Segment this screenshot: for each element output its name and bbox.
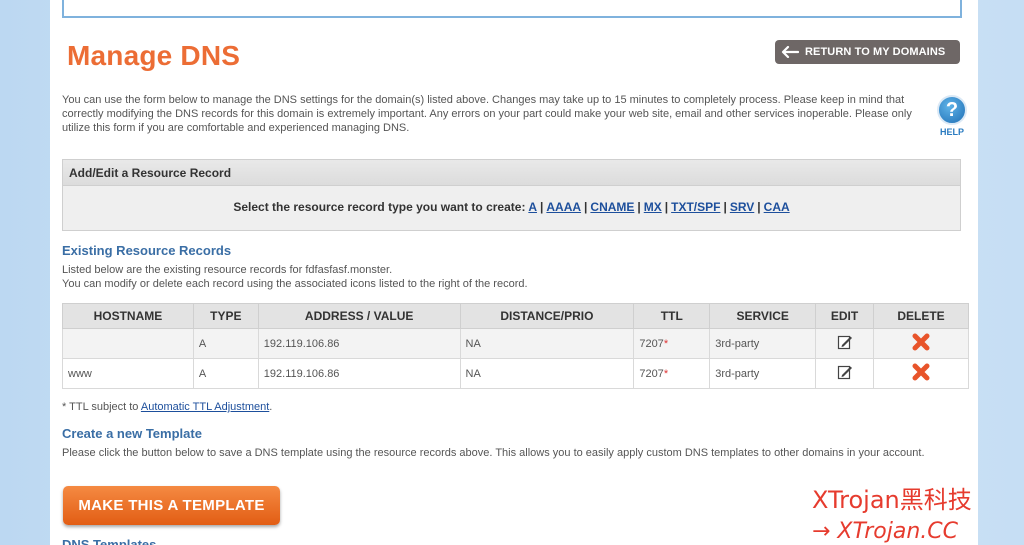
create-template-text: Please click the button below to save a … (62, 447, 925, 459)
column-header-service: SERVICE (709, 303, 817, 329)
help-icon: ? (937, 95, 967, 125)
cell-address: 192.119.106.86 (257, 358, 461, 389)
return-to-domains-button[interactable]: RETURN TO MY DOMAINS (775, 40, 960, 64)
cell-delete (873, 328, 969, 359)
help-label: HELP (939, 127, 964, 137)
help-button[interactable]: ? HELP (935, 95, 969, 137)
cell-edit (815, 328, 875, 359)
record-type-cname-link[interactable]: CNAME (590, 200, 634, 214)
edit-icon[interactable] (837, 364, 853, 380)
column-header-edit: EDIT (815, 303, 875, 329)
automatic-ttl-link[interactable]: Automatic TTL Adjustment (141, 401, 269, 413)
cell-edit (815, 358, 875, 389)
watermark: XTrojan黑科技 → XTrojan.CC (812, 480, 1012, 544)
record-type-caa-link[interactable]: CAA (764, 200, 790, 214)
cell-service: 3rd-party (709, 328, 817, 359)
cell-hostname: www (62, 358, 194, 389)
create-template-title: Create a new Template (62, 426, 202, 441)
record-type-a-link[interactable]: A (528, 200, 537, 214)
column-header-distance: DISTANCE/PRIO (459, 303, 635, 329)
cell-distance: NA (459, 328, 635, 359)
column-header-hostname: HOSTNAME (62, 303, 194, 329)
cell-address: 192.119.106.86 (257, 328, 461, 359)
table-row: www A 192.119.106.86 NA 7207* 3rd-party (62, 358, 969, 389)
dns-templates-title: DNS Templates (62, 537, 157, 545)
table-row: A 192.119.106.86 NA 7207* 3rd-party (62, 328, 969, 359)
cell-ttl: 7207* (633, 358, 711, 389)
table-header-row: HOSTNAME TYPE ADDRESS / VALUE DISTANCE/P… (62, 303, 969, 329)
make-template-button[interactable]: MAKE THIS A TEMPLATE (63, 486, 280, 525)
ttl-footnote: * TTL subject to Automatic TTL Adjustmen… (62, 401, 273, 413)
cell-distance: NA (459, 358, 635, 389)
return-to-domains-label: RETURN TO MY DOMAINS (805, 46, 946, 58)
column-header-delete: DELETE (873, 303, 969, 329)
cell-hostname (62, 328, 194, 359)
watermark-line2: → XTrojan.CC (812, 519, 958, 544)
column-header-ttl: TTL (633, 303, 711, 329)
existing-records-title: Existing Resource Records (62, 243, 232, 258)
dns-page: Manage DNS RETURN TO MY DOMAINS You can … (50, 0, 978, 545)
delete-icon[interactable] (911, 362, 931, 382)
page-title: Manage DNS (67, 40, 241, 71)
add-record-panel: Add/Edit a Resource Record Select the re… (62, 159, 961, 231)
column-header-type: TYPE (192, 303, 259, 329)
watermark-line1: XTrojan黑科技 (812, 486, 972, 514)
record-type-aaaa-link[interactable]: AAAA (546, 200, 581, 214)
cell-type: A (192, 328, 259, 359)
record-type-mx-link[interactable]: MX (644, 200, 662, 214)
delete-icon[interactable] (911, 332, 931, 352)
record-type-srv-link[interactable]: SRV (730, 200, 754, 214)
cell-service: 3rd-party (709, 358, 817, 389)
arrow-left-icon (781, 46, 799, 58)
records-table: HOSTNAME TYPE ADDRESS / VALUE DISTANCE/P… (62, 303, 969, 389)
domain-info-box (62, 0, 962, 18)
intro-text: You can use the form below to manage the… (62, 94, 912, 134)
record-type-prompt: Select the resource record type you want… (233, 200, 526, 214)
existing-records-line1: Listed below are the existing resource r… (62, 264, 393, 276)
cell-type: A (192, 358, 259, 389)
cell-delete (873, 358, 969, 389)
record-type-txt-spf-link[interactable]: TXT/SPF (671, 200, 720, 214)
edit-icon[interactable] (837, 334, 853, 350)
column-header-address: ADDRESS / VALUE (257, 303, 461, 329)
record-type-selector: Select the resource record type you want… (233, 200, 790, 214)
add-record-header: Add/Edit a Resource Record (63, 160, 960, 186)
cell-ttl: 7207* (633, 328, 711, 359)
existing-records-line2: You can modify or delete each record usi… (62, 278, 528, 290)
